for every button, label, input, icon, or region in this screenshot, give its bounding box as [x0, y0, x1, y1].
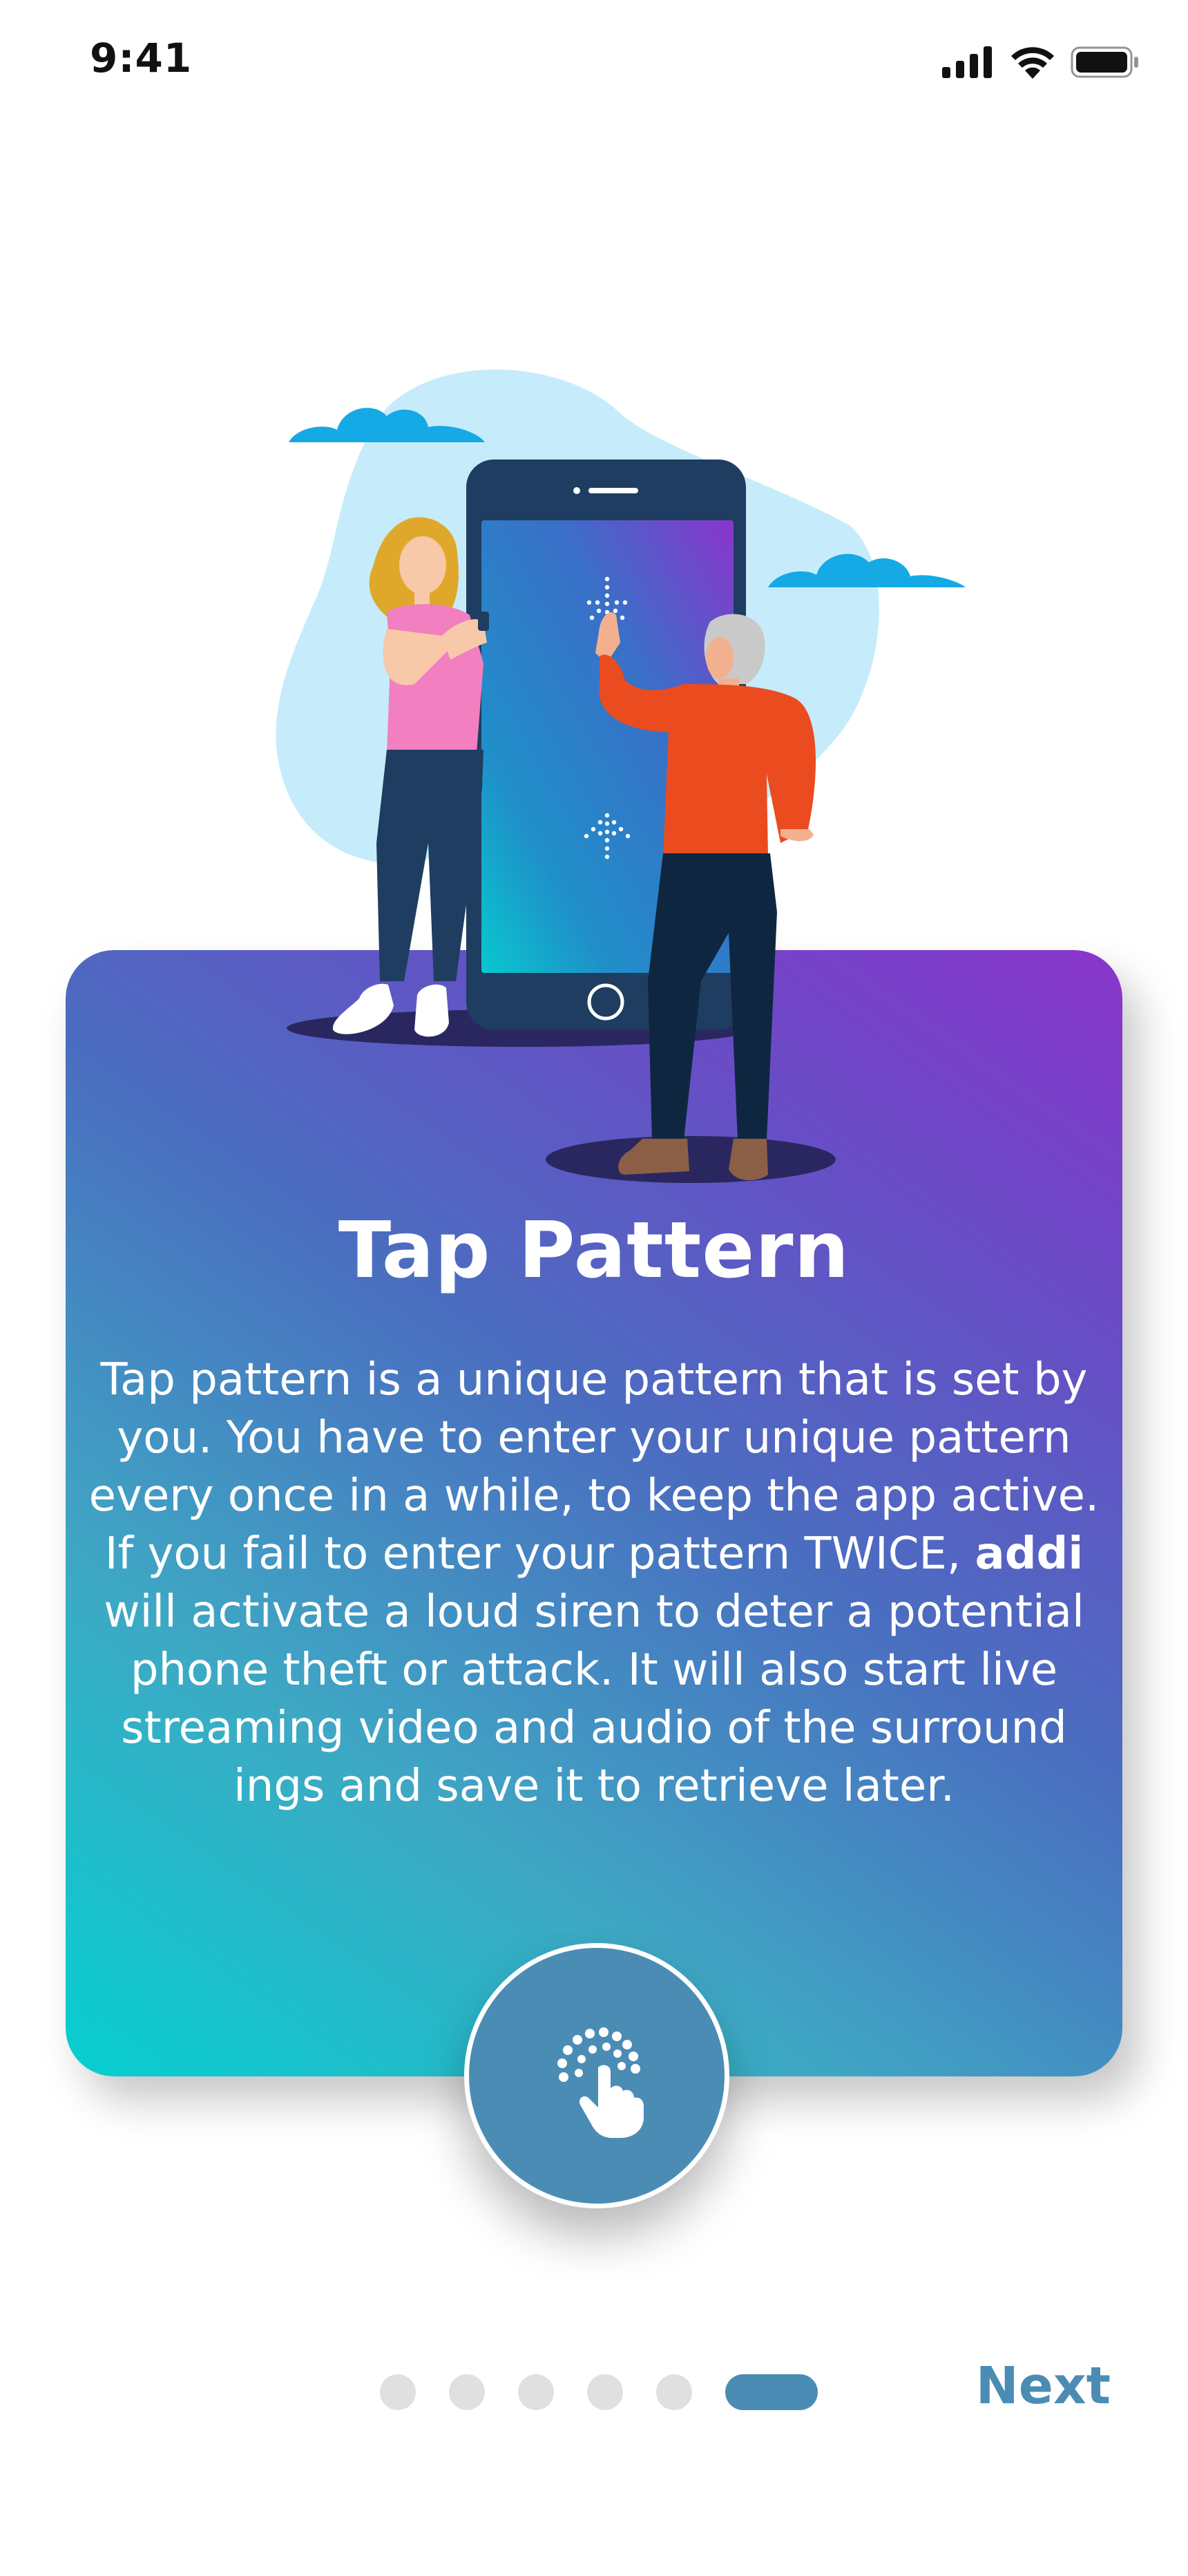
man-shadow [546, 1136, 836, 1183]
description-text-start: Tap pattern is a unique pattern that is … [88, 1354, 1100, 1580]
card-title: Tap Pattern [338, 1206, 850, 1296]
status-time: 9:41 [90, 35, 193, 82]
page-dot[interactable] [587, 2374, 623, 2410]
description-text-end: will activate a loud siren to deter a po… [104, 1587, 1084, 1812]
battery-icon [1071, 46, 1138, 78]
wifi-icon [1011, 47, 1054, 79]
brand-name: addi [975, 1528, 1084, 1580]
page-dot-active[interactable] [725, 2374, 818, 2410]
card-description: Tap pattern is a unique pattern that is … [83, 1351, 1105, 1815]
page-dot[interactable] [449, 2374, 485, 2410]
tap-pattern-button[interactable] [464, 1943, 729, 2208]
page-dot[interactable] [656, 2374, 692, 2410]
hero-illustration [276, 369, 966, 1183]
signal-icon [942, 46, 992, 78]
tap-hand-icon [557, 2027, 644, 2138]
page-dot[interactable] [518, 2374, 554, 2410]
page-dot[interactable] [380, 2374, 416, 2410]
next-button[interactable]: Next [976, 2356, 1111, 2416]
status-bar: 9:41 [0, 0, 1188, 124]
pagination-dots [380, 2371, 818, 2413]
status-icons [942, 41, 1140, 83]
